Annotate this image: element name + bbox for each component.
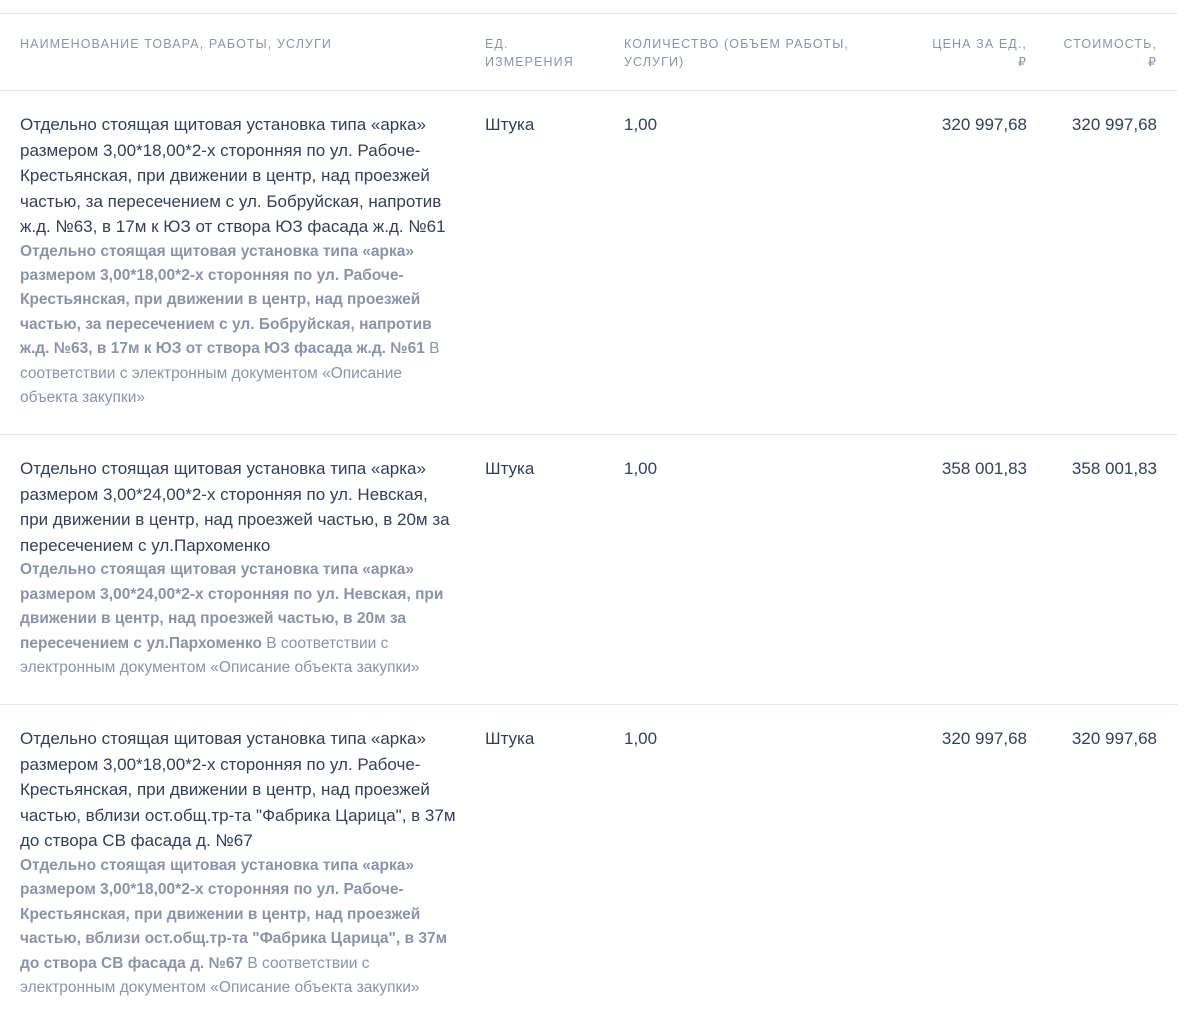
item-description: Отдельно стоящая щитовая установка типа …: [20, 240, 458, 411]
item-name: Отдельно стоящая щитовая установка типа …: [20, 115, 446, 236]
item-description: Отдельно стоящая щитовая установка типа …: [20, 854, 458, 1000]
item-quantity: 1,00: [624, 729, 658, 749]
item-unit: Штука: [485, 729, 535, 749]
item-description-bold: Отдельно стоящая щитовая установка типа …: [20, 242, 432, 358]
table-row: Отдельно стоящая щитовая установка типа …: [0, 435, 1178, 706]
item-description: Отдельно стоящая щитовая установка типа …: [20, 558, 458, 680]
item-name-cell: Отдельно стоящая щитовая установка типа …: [20, 91, 458, 434]
item-quantity: 1,00: [624, 115, 658, 134]
header-total-cost: СТОИМОСТЬ, ₽: [1063, 37, 1157, 69]
item-name: Отдельно стоящая щитовая установка типа …: [20, 459, 450, 555]
item-unit-price: 358 001,83: [941, 459, 1027, 479]
header-unit: ЕД. ИЗМЕРЕНИЯ: [485, 37, 574, 69]
item-total-cost: 320 997,68: [1071, 729, 1157, 749]
procurement-items-table: НАИМЕНОВАНИЕ ТОВАРА, РАБОТЫ, УСЛУГИ ЕД. …: [0, 13, 1178, 1024]
item-name: Отдельно стоящая щитовая установка типа …: [20, 729, 456, 851]
item-name-cell: Отдельно стоящая щитовая установка типа …: [20, 705, 458, 1024]
item-unit: Штука: [485, 459, 535, 479]
item-unit-price: 320 997,68: [941, 729, 1027, 749]
item-quantity: 1,00: [624, 459, 658, 479]
header-quantity: КОЛИЧЕСТВО (ОБЪЕМ РАБОТЫ, УСЛУГИ): [624, 37, 850, 69]
item-name-cell: Отдельно стоящая щитовая установка типа …: [20, 435, 458, 704]
header-unit-price: ЦЕНА ЗА ЕД., ₽: [932, 37, 1027, 69]
item-description-bold: Отдельно стоящая щитовая установка типа …: [20, 856, 448, 972]
table-header: НАИМЕНОВАНИЕ ТОВАРА, РАБОТЫ, УСЛУГИ ЕД. …: [0, 14, 1178, 91]
item-unit-price: 320 997,68: [941, 115, 1027, 134]
item-total-cost: 358 001,83: [1071, 459, 1157, 479]
item-total-cost: 320 997,68: [1071, 115, 1157, 134]
table-row: Отдельно стоящая щитовая установка типа …: [0, 91, 1178, 436]
item-unit: Штука: [485, 115, 535, 134]
header-name: НАИМЕНОВАНИЕ ТОВАРА, РАБОТЫ, УСЛУГИ: [20, 37, 332, 51]
table-row: Отдельно стоящая щитовая установка типа …: [0, 705, 1178, 1024]
